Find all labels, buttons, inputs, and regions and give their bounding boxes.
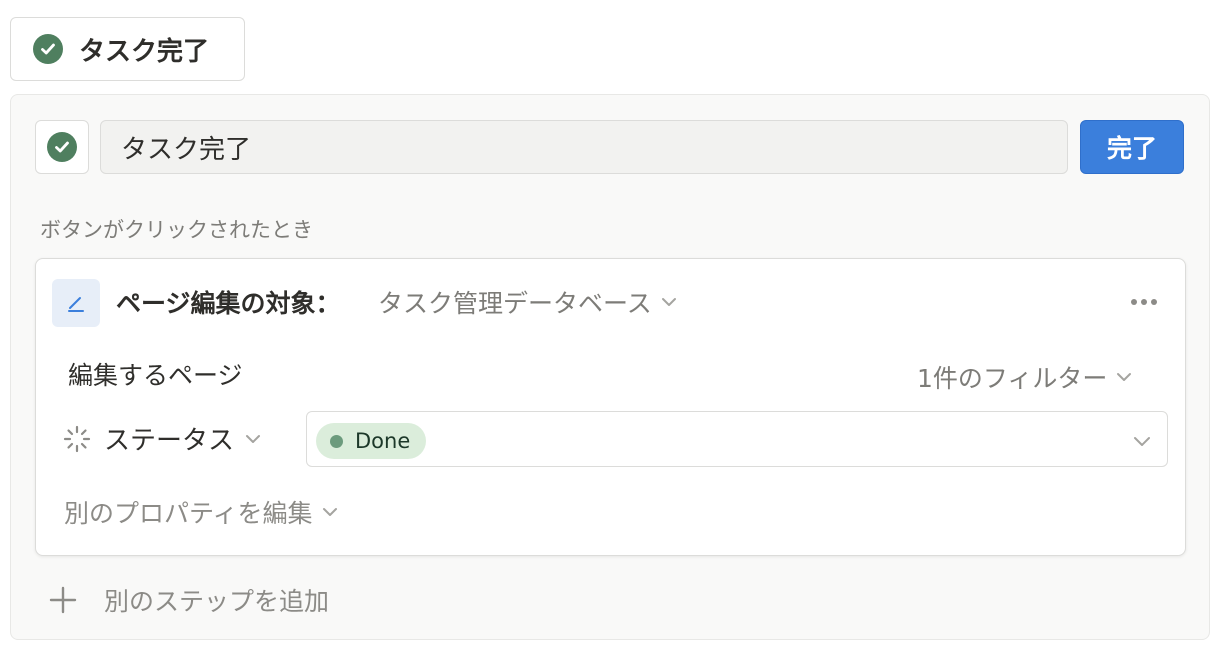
add-step-label: 別のステップを追加 (104, 587, 330, 616)
plus-icon (49, 586, 77, 614)
chevron-down-icon (661, 298, 676, 306)
status-loading-icon (63, 425, 91, 452)
status-dot (330, 434, 343, 448)
database-name: タスク管理データベース (378, 289, 652, 318)
chevron-down-icon (246, 434, 261, 443)
trigger-label: ボタンがクリックされたとき (40, 218, 313, 242)
status-tag-label: Done (355, 429, 411, 453)
edit-pages-label: 編集するページ (68, 361, 243, 390)
check-circle-icon (33, 34, 63, 64)
filter-button[interactable]: 1件のフィルター (917, 359, 1133, 395)
edit-step-icon (52, 279, 100, 327)
property-selector[interactable]: ステータス (62, 420, 262, 457)
edit-other-label: 別のプロパティを編集 (64, 499, 313, 528)
check-circle-icon (47, 132, 77, 162)
property-name: ステータス (104, 426, 235, 456)
status-value-select[interactable] (306, 411, 1168, 467)
chevron-down-icon (322, 508, 337, 516)
more-dots-icon (1131, 299, 1137, 305)
add-step-button[interactable]: 別のステップを追加 (48, 582, 329, 618)
button-name-input[interactable] (100, 120, 1068, 174)
filter-label: 1件のフィルター (917, 364, 1108, 393)
pencil-icon (68, 297, 84, 312)
done-button[interactable]: 完了 (1080, 120, 1184, 174)
edit-other-property-button[interactable]: 別のプロパティを編集 (64, 494, 339, 530)
step-title: ページ編集の対象： (116, 289, 341, 318)
icon-picker-button[interactable] (35, 120, 89, 174)
status-tag: Done (316, 423, 427, 459)
preview-button-label: タスク完了 (79, 36, 210, 67)
database-selector[interactable]: タスク管理データベース (378, 284, 678, 320)
more-options-button[interactable] (1122, 284, 1166, 320)
chevron-down-icon (1117, 373, 1132, 381)
chevron-down-icon (1134, 437, 1150, 446)
preview-button[interactable]: タスク完了 (10, 17, 245, 81)
